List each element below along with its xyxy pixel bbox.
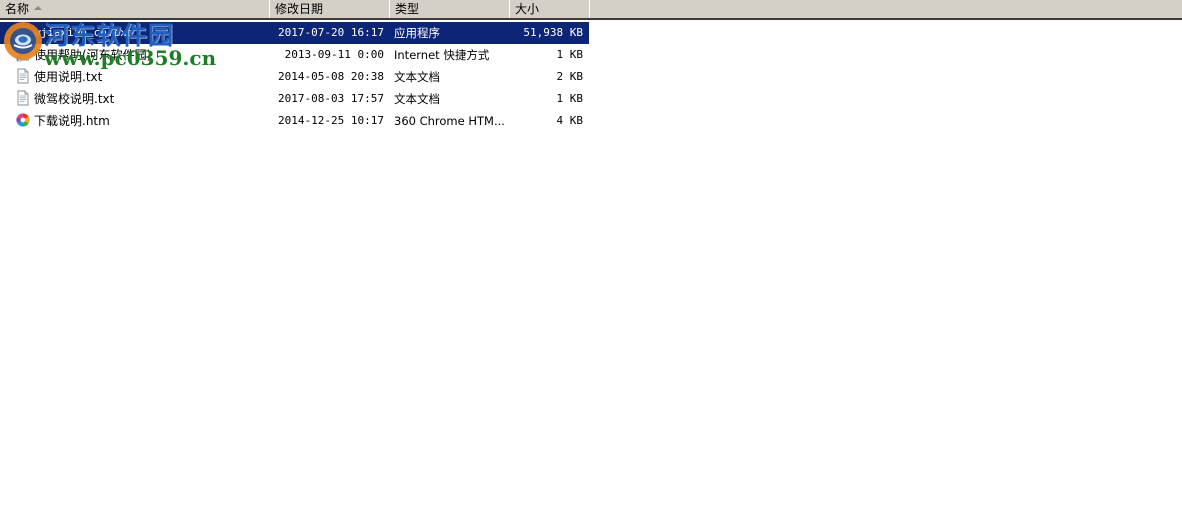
table-row[interactable]: 微驾校说明.txt 2017-08-03 17:57 文本文档 1 KB — [0, 88, 1182, 110]
file-name[interactable]: 使用帮助(河东软件园) — [34, 44, 266, 66]
column-header-type[interactable]: 类型 — [389, 0, 510, 18]
file-list[interactable]: wjiaxiao_cn.exe 2017-07-20 16:17 应用程序 51… — [0, 22, 1182, 132]
column-header-modified[interactable]: 修改日期 — [269, 0, 390, 18]
column-header-name[interactable]: 名称 — [0, 0, 270, 18]
file-size: 51,938 KB — [523, 26, 583, 39]
file-size: 1 KB — [556, 48, 584, 61]
file-modified-date: 2017-08-03 17:57 — [278, 92, 384, 105]
internet-shortcut-icon — [14, 44, 32, 66]
file-size: 4 KB — [556, 114, 584, 127]
column-header-name-label: 名称 — [5, 2, 30, 16]
file-name[interactable]: 下载说明.htm — [34, 110, 266, 132]
file-type: 文本文档 — [394, 70, 440, 84]
table-row[interactable]: 下载说明.htm 2014-12-25 10:17 360 Chrome HTM… — [0, 110, 1182, 132]
column-header-modified-label: 修改日期 — [275, 2, 324, 16]
sort-ascending-icon — [34, 6, 43, 10]
file-modified-date: 2013-09-11 0:00 — [284, 48, 384, 61]
column-header-filler — [589, 0, 1182, 18]
application-exe-icon — [14, 22, 32, 44]
table-row[interactable]: wjiaxiao_cn.exe 2017-07-20 16:17 应用程序 51… — [0, 22, 1182, 44]
file-type: Internet 快捷方式 — [394, 48, 490, 62]
file-modified-date: 2014-12-25 10:17 — [278, 114, 384, 127]
text-document-icon — [14, 66, 32, 88]
file-type: 360 Chrome HTM... — [394, 114, 505, 128]
file-size: 1 KB — [556, 92, 584, 105]
file-modified-date: 2017-07-20 16:17 — [278, 26, 384, 39]
file-name[interactable]: wjiaxiao_cn.exe — [34, 22, 266, 44]
column-header-size-label: 大小 — [515, 2, 540, 16]
column-header-bar: 名称 修改日期 类型 大小 — [0, 0, 1182, 20]
file-type: 文本文档 — [394, 92, 440, 106]
column-header-size[interactable]: 大小 — [509, 0, 590, 18]
file-modified-date: 2014-05-08 20:38 — [278, 70, 384, 83]
text-document-icon — [14, 88, 32, 110]
table-row[interactable]: 使用说明.txt 2014-05-08 20:38 文本文档 2 KB — [0, 66, 1182, 88]
file-name[interactable]: 微驾校说明.txt — [34, 88, 266, 110]
file-size: 2 KB — [556, 70, 584, 83]
chrome-html-icon — [14, 110, 32, 132]
column-header-type-label: 类型 — [395, 2, 420, 16]
file-type: 应用程序 — [394, 26, 440, 40]
table-row[interactable]: 使用帮助(河东软件园) 2013-09-11 0:00 Internet 快捷方… — [0, 44, 1182, 66]
file-name[interactable]: 使用说明.txt — [34, 66, 266, 88]
